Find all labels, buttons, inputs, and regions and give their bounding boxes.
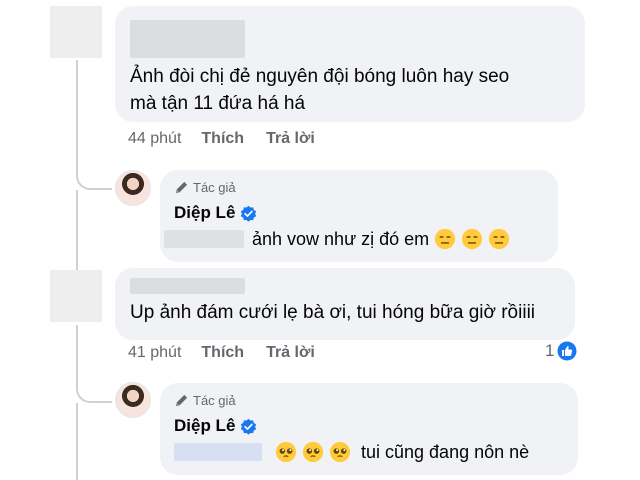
pencil-icon	[175, 181, 188, 194]
expressionless-face-icon	[462, 228, 483, 250]
like-link[interactable]: Thích	[201, 344, 244, 362]
comment-text-line: Up ảnh đám cưới lẹ bà ơi, tui hóng bữa g…	[130, 302, 536, 323]
comment-actions: 44 phút Thích Trả lời	[128, 130, 337, 148]
comment-text-line: mà tận 11 đứa há há	[130, 93, 306, 114]
thread-line-2	[76, 325, 78, 370]
expressionless-face-icon	[489, 228, 510, 250]
comment-thread: Ảnh đòi chị đẻ nguyên đội bóng luôn hay …	[0, 0, 640, 480]
author-avatar[interactable]	[115, 382, 151, 418]
pencil-icon	[175, 394, 188, 407]
author-badge: Tác giả	[174, 180, 236, 195]
reply-bubble: Tác giả Diệp Lê ảnh vow như zị đó em	[160, 170, 558, 262]
thread-curve-2	[76, 365, 112, 403]
author-name[interactable]: Diệp Lê	[174, 416, 257, 436]
thread-line-left-1	[76, 190, 78, 270]
reply-text-row: tui cũng đang nôn nè	[174, 441, 529, 463]
author-name-text: Diệp Lê	[174, 416, 236, 435]
reaction-summary[interactable]: 1	[545, 341, 577, 361]
mention-redacted[interactable]	[164, 230, 244, 248]
author-name[interactable]: Diệp Lê	[174, 203, 257, 223]
comment-time[interactable]: 44 phút	[128, 130, 181, 148]
commenter-name-redacted[interactable]	[130, 278, 245, 294]
verified-badge-icon	[241, 418, 257, 435]
thread-line-left-2	[76, 403, 78, 480]
comment-text-line: Ảnh đòi chị đẻ nguyên đội bóng luôn hay …	[130, 66, 510, 87]
author-badge-label: Tác giả	[193, 180, 236, 195]
comment-bubble: Ảnh đòi chị đẻ nguyên đội bóng luôn hay …	[115, 6, 585, 122]
comment-time[interactable]: 41 phút	[128, 344, 181, 362]
reply-text: tui cũng đang nôn nè	[361, 441, 530, 462]
thread-curve-1	[76, 150, 112, 190]
commenter-avatar[interactable]	[50, 6, 102, 58]
like-link[interactable]: Thích	[201, 130, 244, 148]
comment-bubble: Up ảnh đám cưới lẹ bà ơi, tui hóng bữa g…	[115, 268, 575, 340]
reply-link[interactable]: Trả lời	[266, 130, 315, 148]
verified-badge-icon	[241, 205, 257, 222]
author-badge-label: Tác giả	[193, 393, 236, 408]
commenter-name-redacted[interactable]	[130, 20, 245, 58]
author-avatar[interactable]	[115, 170, 151, 206]
commenter-avatar[interactable]	[50, 270, 102, 322]
comment-actions: 41 phút Thích Trả lời	[128, 344, 337, 362]
reply-text: ảnh vow như zị đó em	[252, 228, 430, 249]
reply-text-row: ảnh vow như zị đó em	[164, 228, 510, 250]
expressionless-face-icon	[435, 228, 456, 250]
pleading-face-icon	[329, 441, 351, 463]
mention-redacted[interactable]	[174, 443, 262, 461]
author-name-text: Diệp Lê	[174, 203, 236, 222]
like-icon	[557, 341, 577, 361]
reply-bubble: Tác giả Diệp Lê tui cũng đang nôn nè	[160, 383, 578, 475]
pleading-face-icon	[302, 441, 324, 463]
pleading-face-icon	[275, 441, 297, 463]
author-badge: Tác giả	[174, 393, 236, 408]
reply-link[interactable]: Trả lời	[266, 344, 315, 362]
reaction-count: 1	[545, 341, 555, 360]
